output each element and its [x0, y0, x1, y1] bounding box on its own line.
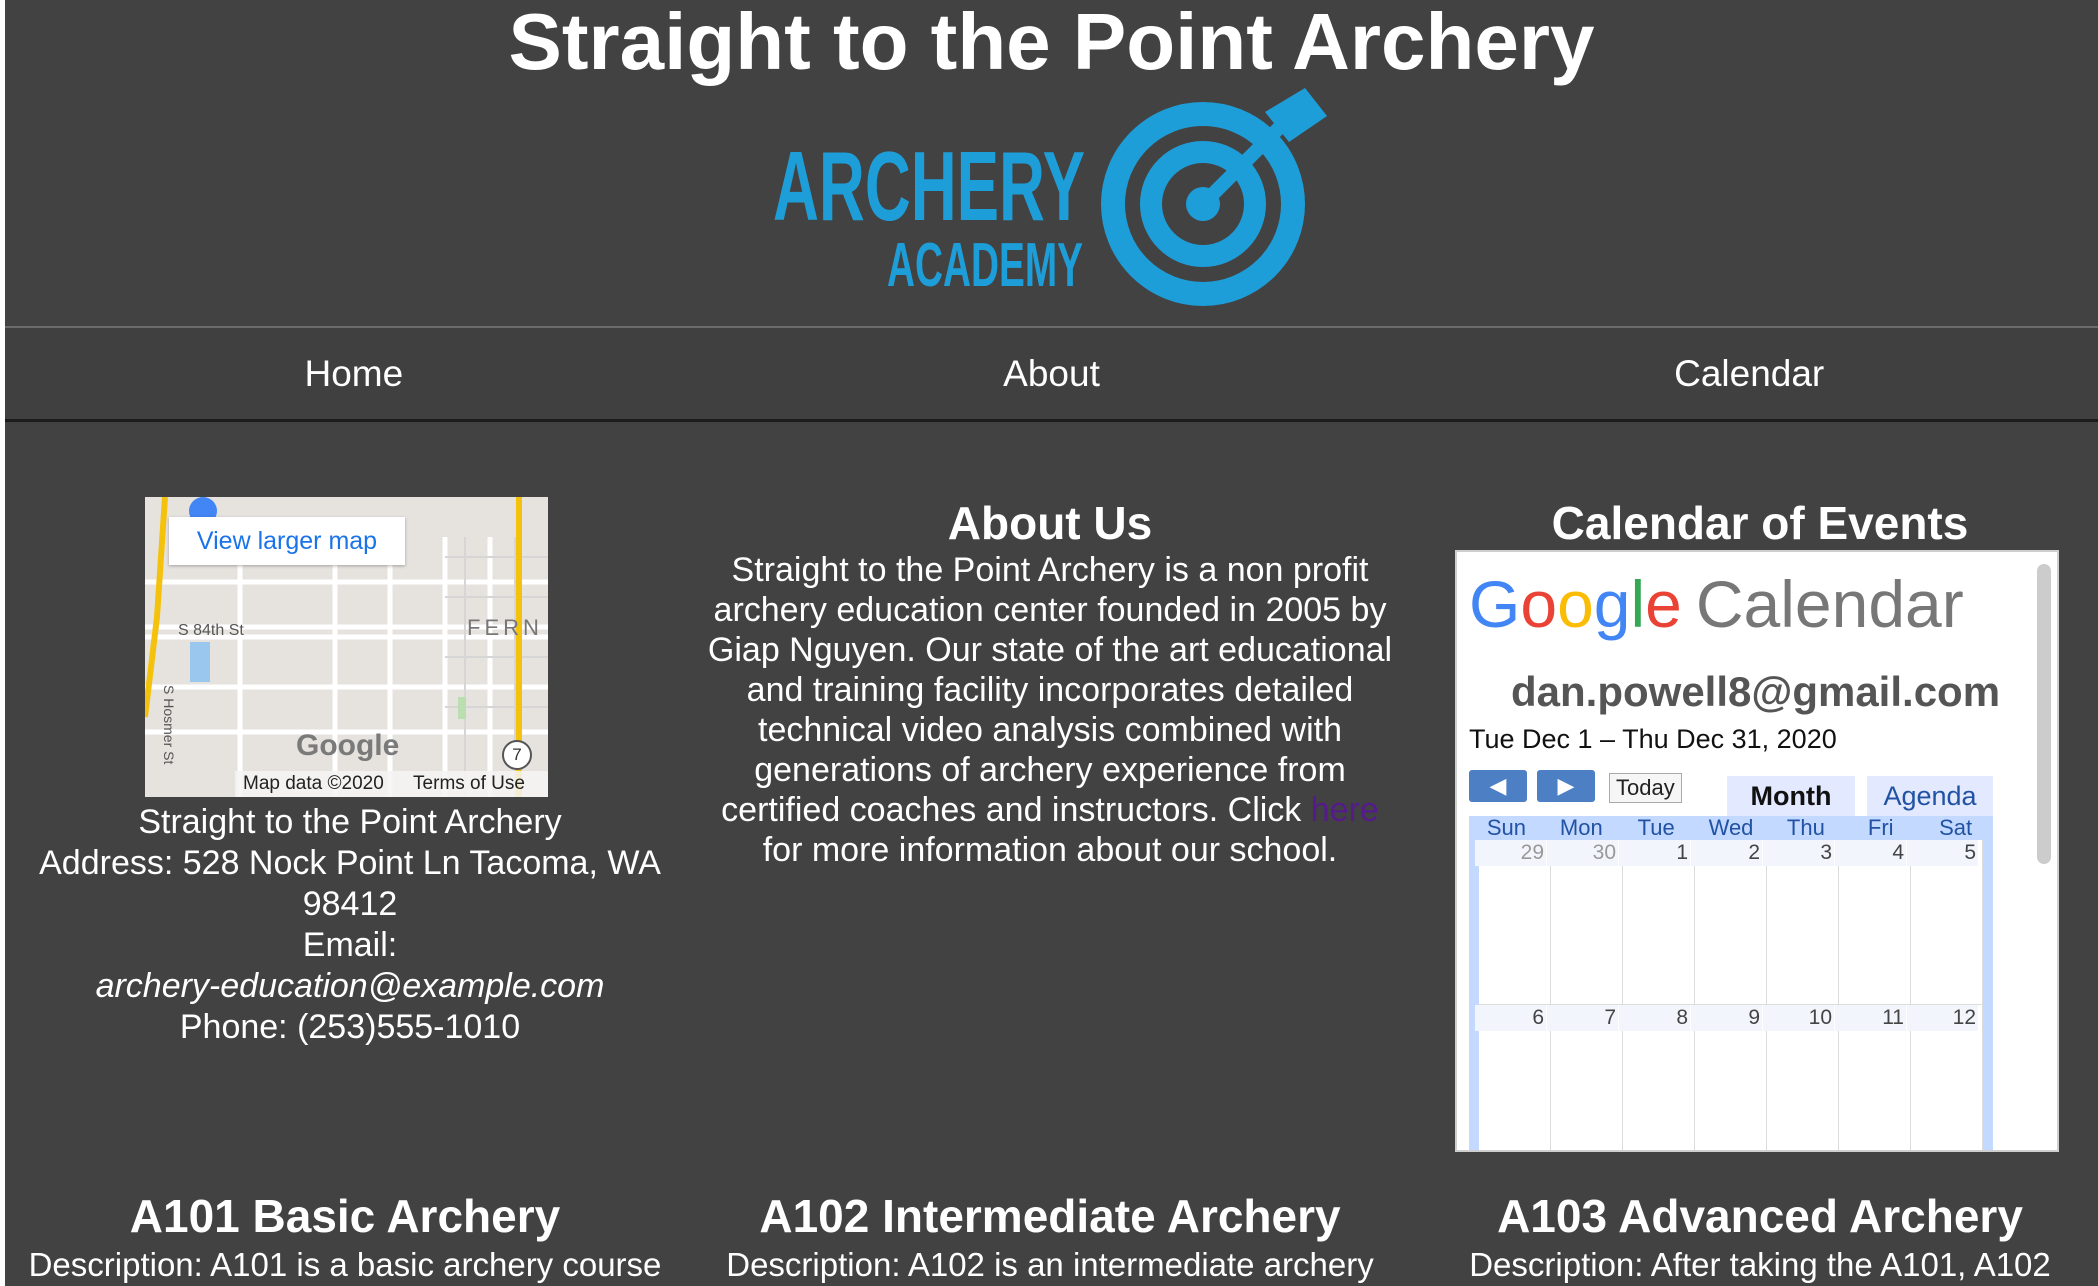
calendar-day[interactable]: 29: [1475, 840, 1551, 1004]
map-footer: Map data ©2020 Terms of Use: [235, 771, 548, 797]
weekday-header: Sun Mon Tue Wed Thu Fri Sat: [1469, 816, 1993, 840]
day-number: 5: [1907, 840, 1978, 866]
day-number: 1: [1619, 840, 1690, 866]
today-button[interactable]: Today: [1609, 773, 1682, 803]
google-calendar-logo: Google Calendar: [1469, 567, 1964, 641]
map-street-label-hosmer: S Hosmer St: [161, 685, 177, 765]
contact-email: archery-education@example.com: [95, 967, 605, 1005]
next-month-button[interactable]: ▶: [1537, 770, 1595, 802]
day-number: 29: [1475, 840, 1546, 866]
about-here-link[interactable]: here: [1311, 791, 1379, 829]
day-number: 12: [1907, 1005, 1978, 1031]
weekday-label: Sun: [1486, 815, 1526, 840]
day-number: 7: [1547, 1005, 1618, 1031]
map-terms-link[interactable]: Terms of Use: [413, 773, 525, 794]
course-desc-a101: Description: A101 is a basic archery cou…: [28, 1246, 662, 1283]
calendar-day[interactable]: 8: [1619, 1005, 1695, 1150]
map-street-label-84th: S 84th St: [178, 622, 244, 639]
weekday-label: Sat: [1939, 815, 1973, 840]
main-nav: Home About Calendar: [5, 326, 2098, 422]
calendar-day[interactable]: 7: [1547, 1005, 1623, 1150]
weekday-label: Fri: [1867, 815, 1894, 840]
calendar-day[interactable]: 30: [1547, 840, 1623, 1004]
calendar-weeks: 29 30 1 2 3 4 5 6 7 8 9 10 11 12: [1475, 840, 1983, 1150]
contact-address: Address: 528 Nock Point Ln Tacoma, WA 98…: [39, 844, 661, 923]
calendar-date-range: Tue Dec 1 – Thu Dec 31, 2020: [1469, 724, 1837, 754]
about-text: Straight to the Point Archery is a non p…: [705, 550, 1395, 870]
contact-info: Straight to the Point Archery Address: 5…: [15, 802, 685, 1048]
calendar-scrollbar[interactable]: [2037, 564, 2051, 864]
calendar-owner: dan.powell8@gmail.com: [1511, 668, 2001, 715]
calendar-week: 29 30 1 2 3 4 5: [1475, 840, 1983, 1005]
day-number: 6: [1475, 1005, 1546, 1031]
calendar-day[interactable]: 10: [1763, 1005, 1839, 1150]
map-attribution: Map data ©2020: [243, 773, 384, 794]
contact-phone: Phone: (253)555-1010: [179, 1008, 521, 1046]
embedded-map[interactable]: View larger map S 84th St S Hosmer St FE…: [145, 497, 548, 797]
day-number: 30: [1547, 840, 1618, 866]
day-number: 2: [1691, 840, 1762, 866]
day-number: 9: [1691, 1005, 1762, 1031]
calendar-week: 6 7 8 9 10 11 12: [1475, 1005, 1983, 1150]
archery-academy-logo: ARCHERY ACADEMY: [765, 88, 1335, 320]
calendar-heading: Calendar of Events: [1551, 497, 1969, 549]
weekday-label: Tue: [1637, 815, 1675, 840]
tab-agenda[interactable]: Agenda: [1867, 776, 1993, 816]
calendar-day[interactable]: 11: [1835, 1005, 1911, 1150]
calendar-day[interactable]: 4: [1835, 840, 1911, 1004]
about-body-end: for more information about our school.: [762, 831, 1338, 869]
day-number: 10: [1763, 1005, 1834, 1031]
course-title-a102: A102 Intermediate Archery: [759, 1190, 1341, 1242]
course-title-a103: A103 Advanced Archery: [1497, 1190, 2023, 1242]
map-route-badge: 7: [502, 740, 532, 770]
calendar-day[interactable]: 9: [1691, 1005, 1767, 1150]
calendar-day[interactable]: 3: [1763, 840, 1839, 1004]
page: Straight to the Point Archery ARCHERY AC…: [5, 0, 2098, 1286]
course-title-a101: A101 Basic Archery: [129, 1190, 561, 1242]
logo-text-sub: ACADEMY: [887, 231, 1083, 300]
google-map-brand: Google: [296, 729, 400, 762]
course-desc-a102: Description: A102 is an intermediate arc…: [726, 1246, 1374, 1283]
weekday-label: Wed: [1708, 815, 1754, 840]
calendar-day[interactable]: 1: [1619, 840, 1695, 1004]
day-number: 4: [1835, 840, 1906, 866]
map-area-label: FERN: [467, 615, 543, 640]
day-number: 11: [1835, 1005, 1906, 1031]
logo-text-main: ARCHERY: [773, 131, 1085, 241]
calendar-day[interactable]: 2: [1691, 840, 1767, 1004]
calendar-day[interactable]: 5: [1907, 840, 1983, 1004]
prev-month-button[interactable]: ◀: [1469, 770, 1527, 802]
course-desc-a103: Description: After taking the A101, A102: [1469, 1246, 2051, 1283]
contact-email-label: Email:: [302, 926, 398, 964]
about-body: Straight to the Point Archery is a non p…: [707, 551, 1393, 829]
nav-calendar[interactable]: Calendar: [1400, 328, 2098, 419]
calendar-day[interactable]: 6: [1475, 1005, 1551, 1150]
view-larger-map-link[interactable]: View larger map: [169, 517, 405, 565]
weekday-label: Thu: [1786, 815, 1825, 840]
contact-name: Straight to the Point Archery: [138, 803, 562, 841]
calendar-day[interactable]: 12: [1907, 1005, 1983, 1150]
tab-month[interactable]: Month: [1727, 776, 1855, 816]
calendar-widget: Google Calendar dan.powell8@gmail.com Tue…: [1455, 550, 2059, 1152]
weekday-label: Mon: [1559, 815, 1603, 840]
site-title: Straight to the Point Archery: [508, 0, 1595, 86]
target-icon: [1101, 88, 1327, 306]
calendar-logo-word: Calendar: [1695, 567, 1964, 641]
day-number: 8: [1619, 1005, 1690, 1031]
day-number: 3: [1763, 840, 1834, 866]
about-heading: About Us: [947, 497, 1153, 549]
nav-about[interactable]: About: [703, 328, 1401, 419]
nav-home[interactable]: Home: [5, 328, 703, 419]
